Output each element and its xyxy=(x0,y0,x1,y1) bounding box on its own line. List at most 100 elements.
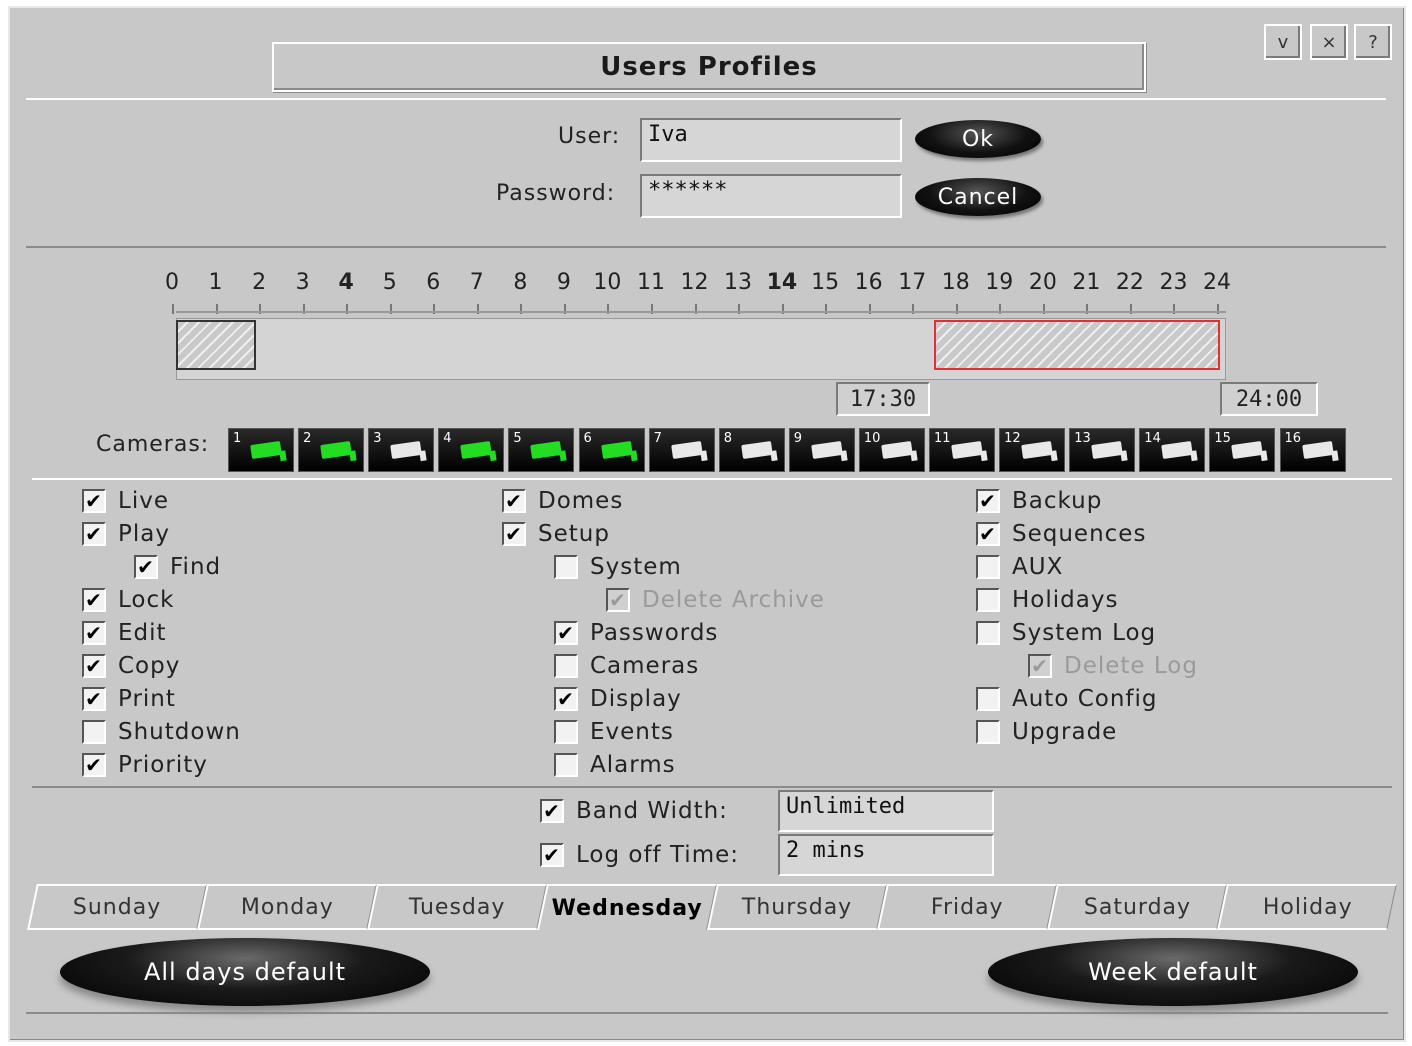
camera-icon xyxy=(1161,440,1194,460)
schedule-block-selected[interactable] xyxy=(934,320,1220,370)
camera-12-button[interactable]: 12 xyxy=(999,428,1066,472)
permission-checkbox[interactable]: ✔ xyxy=(82,654,106,678)
permission-system-log-row: System Log xyxy=(976,618,1156,648)
tab-saturday[interactable]: Saturday xyxy=(1047,884,1227,930)
close-button[interactable]: × xyxy=(1310,24,1348,60)
permission-setup-row: ✔ Setup xyxy=(502,519,610,549)
camera-8-button[interactable]: 8 xyxy=(718,428,785,472)
tab-monday[interactable]: Monday xyxy=(197,884,377,930)
permission-print-row: ✔ Print xyxy=(82,684,176,714)
camera-15-button[interactable]: 15 xyxy=(1209,428,1276,472)
permission-checkbox[interactable]: ✔ xyxy=(554,687,578,711)
logoff-row: ✔ Log off Time: xyxy=(540,840,739,870)
permission-label: Live xyxy=(118,488,169,514)
camera-number: 4 xyxy=(443,431,452,446)
camera-number: 8 xyxy=(723,431,732,446)
week-default-button[interactable]: Week default xyxy=(988,938,1358,1006)
permission-checkbox[interactable] xyxy=(976,720,1000,744)
camera-5-button[interactable]: 5 xyxy=(508,428,575,472)
window-title: Users Profiles xyxy=(272,42,1146,92)
camera-14-button[interactable]: 14 xyxy=(1139,428,1206,472)
hour-axis-line xyxy=(176,311,1226,313)
tab-sunday[interactable]: Sunday xyxy=(27,884,207,930)
tab-label: Saturday xyxy=(1083,894,1192,920)
permission-checkbox[interactable]: ✔ xyxy=(82,522,106,546)
hour-label: 13 xyxy=(724,270,753,295)
help-button[interactable]: ? xyxy=(1354,24,1392,60)
permission-checkbox: ✔ xyxy=(1028,654,1052,678)
permission-checkbox[interactable]: ✔ xyxy=(82,621,106,645)
all-days-default-button[interactable]: All days default xyxy=(60,938,430,1006)
camera-number: 16 xyxy=(1284,431,1302,446)
logoff-field[interactable]: 2 mins xyxy=(778,834,994,876)
tab-wednesday[interactable]: Wednesday xyxy=(537,884,717,930)
camera-icon xyxy=(1091,440,1124,460)
tab-label: Sunday xyxy=(73,894,162,920)
permission-checkbox[interactable] xyxy=(976,588,1000,612)
camera-9-button[interactable]: 9 xyxy=(788,428,855,472)
hour-label: 0 xyxy=(165,270,179,295)
bandwidth-checkbox[interactable]: ✔ xyxy=(540,799,564,823)
permission-checkbox[interactable]: ✔ xyxy=(82,753,106,777)
tab-friday[interactable]: Friday xyxy=(877,884,1057,930)
permission-checkbox[interactable]: ✔ xyxy=(82,687,106,711)
logoff-checkbox[interactable]: ✔ xyxy=(540,843,564,867)
hour-label: 11 xyxy=(636,270,665,295)
permission-label: Delete Log xyxy=(1064,653,1198,679)
permission-checkbox[interactable] xyxy=(554,720,578,744)
hour-label: 5 xyxy=(382,270,397,295)
bandwidth-field[interactable]: Unlimited xyxy=(778,790,994,832)
camera-icon xyxy=(740,440,773,460)
hour-tick xyxy=(172,304,174,314)
permission-checkbox[interactable]: ✔ xyxy=(976,522,1000,546)
permission-label: Backup xyxy=(1012,488,1103,514)
end-time-field[interactable]: 24:00 xyxy=(1220,382,1318,416)
ok-button[interactable]: Ok xyxy=(915,120,1041,158)
camera-7-button[interactable]: 7 xyxy=(648,428,715,472)
tab-label: Wednesday xyxy=(551,895,703,921)
start-time-field[interactable]: 17:30 xyxy=(836,382,930,416)
camera-1-button[interactable]: 1 xyxy=(228,428,294,472)
permission-checkbox[interactable]: ✔ xyxy=(554,621,578,645)
camera-icon xyxy=(1021,440,1053,460)
permission-checkbox[interactable] xyxy=(554,555,578,579)
hour-label: 12 xyxy=(680,270,709,295)
password-input[interactable]: ****** xyxy=(640,174,902,218)
permission-checkbox[interactable]: ✔ xyxy=(82,489,106,513)
permission-checkbox[interactable]: ✔ xyxy=(134,555,158,579)
permission-checkbox[interactable]: ✔ xyxy=(502,489,526,513)
hour-label: 9 xyxy=(556,270,571,295)
tab-holiday[interactable]: Holiday xyxy=(1217,884,1397,930)
permission-delete-archive-row: ✔ Delete Archive xyxy=(606,585,825,615)
minimize-button[interactable]: v xyxy=(1264,24,1302,60)
permission-play-row: ✔ Play xyxy=(82,519,170,549)
camera-6-button[interactable]: 6 xyxy=(578,428,645,472)
camera-2-button[interactable]: 2 xyxy=(298,428,365,472)
tab-thursday[interactable]: Thursday xyxy=(707,884,887,930)
tab-tuesday[interactable]: Tuesday xyxy=(367,884,547,930)
tab-label: Tuesday xyxy=(409,894,506,920)
permission-checkbox[interactable] xyxy=(976,687,1000,711)
permission-backup-row: ✔ Backup xyxy=(976,486,1102,516)
camera-number: 13 xyxy=(1074,431,1091,446)
camera-10-button[interactable]: 10 xyxy=(858,428,925,472)
camera-3-button[interactable]: 3 xyxy=(368,428,435,472)
permission-priority-row: ✔ Priority xyxy=(82,750,208,780)
permission-checkbox[interactable]: ✔ xyxy=(82,588,106,612)
permission-checkbox[interactable] xyxy=(554,654,578,678)
permission-checkbox[interactable] xyxy=(554,753,578,777)
schedule-block-early[interactable] xyxy=(176,320,256,370)
camera-16-button[interactable]: 16 xyxy=(1279,428,1346,472)
camera-4-button[interactable]: 4 xyxy=(438,428,505,472)
permission-checkbox[interactable]: ✔ xyxy=(502,522,526,546)
camera-13-button[interactable]: 13 xyxy=(1069,428,1136,472)
hour-label: 7 xyxy=(469,270,484,295)
camera-number: 11 xyxy=(934,431,951,446)
camera-11-button[interactable]: 11 xyxy=(929,428,995,472)
permission-checkbox[interactable] xyxy=(976,621,1000,645)
permission-checkbox[interactable] xyxy=(976,555,1000,579)
permission-checkbox[interactable] xyxy=(82,720,106,744)
user-input[interactable]: Iva xyxy=(640,118,902,162)
cancel-button[interactable]: Cancel xyxy=(915,178,1041,216)
permission-checkbox[interactable]: ✔ xyxy=(976,489,1000,513)
